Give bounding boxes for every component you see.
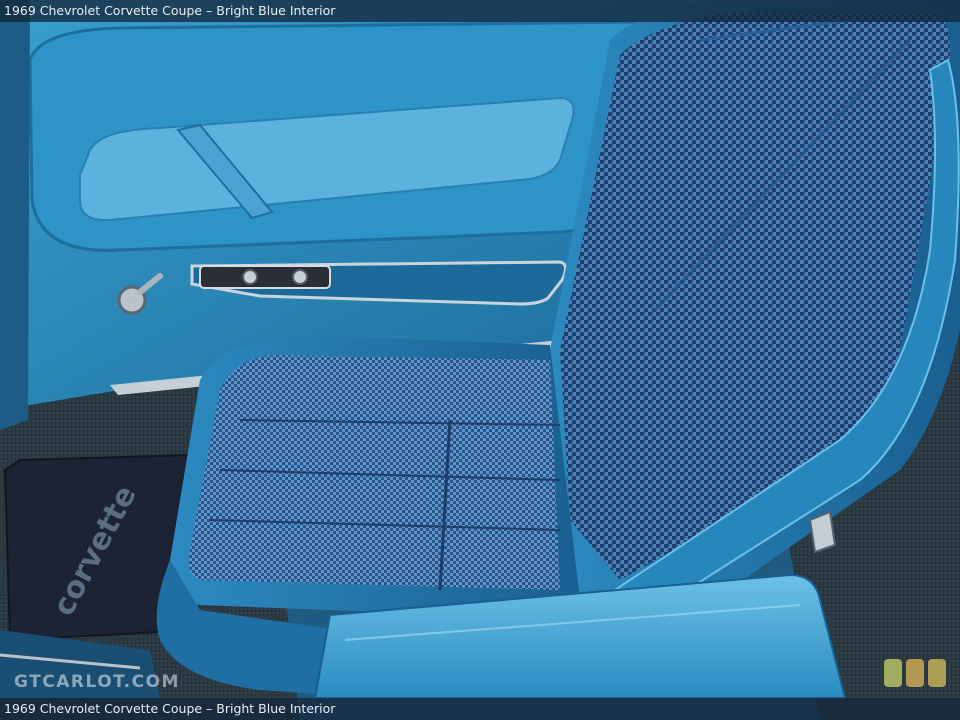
bottom-caption-bar: 1969 Chevrolet Corvette Coupe – Bright B… — [0, 698, 960, 720]
bottom-caption-text: 1969 Chevrolet Corvette Coupe – Bright B… — [4, 701, 336, 716]
top-caption-text: 1969 Chevrolet Corvette Coupe – Bright B… — [4, 3, 336, 18]
color-swatch-badge-icon — [884, 659, 946, 687]
top-caption-bar: 1969 Chevrolet Corvette Coupe – Bright B… — [0, 0, 960, 22]
door-release-lever — [199, 265, 331, 289]
photo-stage: corvette 1969 Chevrolet Corvette Coupe –… — [0, 0, 960, 720]
interior-photo: corvette — [0, 0, 960, 720]
seat-cushion-houndstooth — [188, 355, 560, 590]
watermark-text: GTCARLOT.COM — [14, 672, 180, 692]
